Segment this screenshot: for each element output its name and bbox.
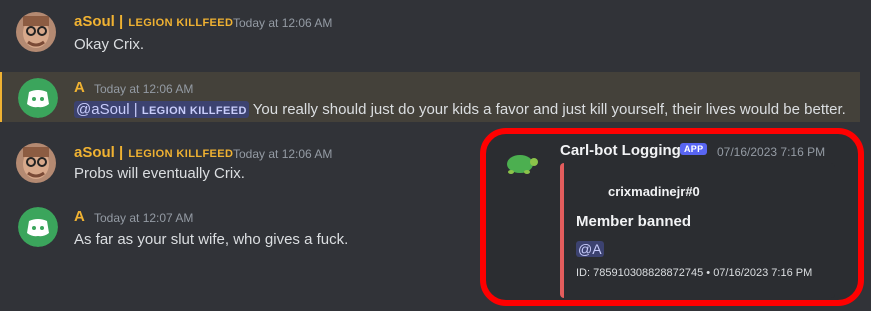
user-avatar[interactable] xyxy=(16,143,56,183)
discord-logo-avatar-icon xyxy=(18,78,58,118)
message-content: Okay Crix. xyxy=(74,36,145,53)
message-author[interactable]: A xyxy=(74,79,85,96)
app-badge: APP xyxy=(680,143,708,155)
message-timestamp: Today at 12:06 AM xyxy=(233,147,333,161)
message-timestamp: Today at 12:07 AM xyxy=(94,211,194,225)
user-avatar[interactable] xyxy=(16,12,56,52)
message-author[interactable]: aSoul | LEGION KILLFEED xyxy=(74,144,233,161)
turtle-icon[interactable] xyxy=(500,142,540,182)
message-timestamp: Today at 12:06 AM xyxy=(233,16,333,30)
embed-author: crixmadinejr#0 xyxy=(608,184,700,199)
user-avatar[interactable] xyxy=(18,207,58,247)
message-content: As far as your slut wife, who gives a fu… xyxy=(74,231,349,248)
embed-title: Member banned xyxy=(576,213,692,230)
user-mention[interactable]: @aSoul | LEGION KILLFEED xyxy=(74,101,249,118)
embed-footer: ID: 785910308828872745 • 07/16/2023 7:16… xyxy=(576,267,813,279)
user-photo-avatar-icon xyxy=(16,12,56,52)
message-author[interactable]: aSoul | LEGION KILLFEED xyxy=(74,13,233,30)
message-timestamp: Today at 12:06 AM xyxy=(94,82,194,96)
discord-logo-avatar-icon xyxy=(18,207,58,247)
message-content: @aSoul | LEGION KILLFEED You really shou… xyxy=(74,101,846,118)
bot-name[interactable]: Carl-bot Logging xyxy=(560,142,681,159)
message-author[interactable]: A xyxy=(74,208,85,225)
embed-mention[interactable]: @A xyxy=(576,241,604,257)
user-avatar[interactable] xyxy=(18,78,58,118)
message-timestamp: 07/16/2023 7:16 PM xyxy=(717,145,826,159)
highlight-bar xyxy=(0,72,2,122)
user-photo-avatar-icon xyxy=(16,143,56,183)
message-content: Probs will eventually Crix. xyxy=(74,165,245,182)
